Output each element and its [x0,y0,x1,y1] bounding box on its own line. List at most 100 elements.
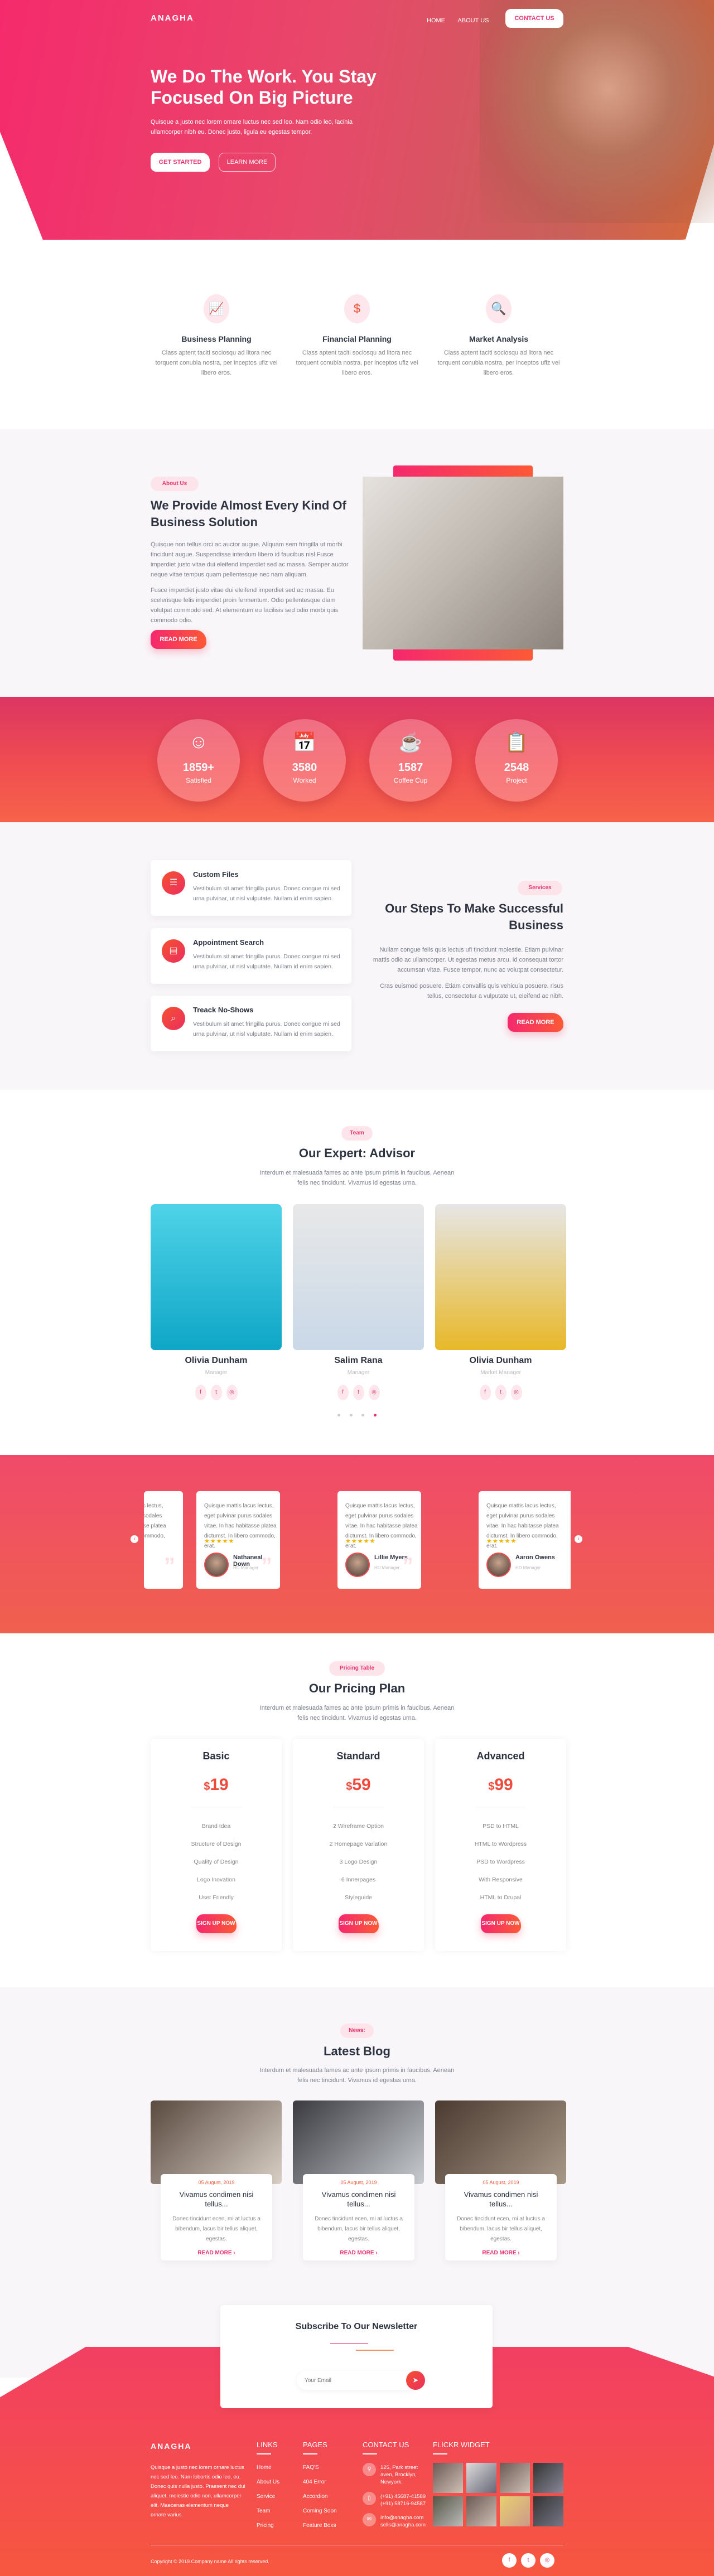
flickr-thumb[interactable] [433,2496,463,2526]
flickr-thumb[interactable] [500,2496,530,2526]
twitter-icon[interactable]: t [353,1385,364,1400]
contact-us-button[interactable]: CONTACT US [505,9,563,28]
footer-link[interactable]: 404 Error [303,2475,337,2490]
carousel-dot-active[interactable] [373,1414,377,1416]
testimonial-card: Quisque mattis lacus lectus, eget pulvin… [479,1491,571,1589]
learn-more-button[interactable]: LEARN MORE [219,153,276,172]
post-title[interactable]: Vivamus condimen nisi tellus... [453,2190,549,2209]
flickr-thumb[interactable] [433,2463,463,2493]
post-date: 05 August, 2019 [340,2180,377,2185]
post-excerpt: Donec tincidunt ecen, mi at luctus a bib… [172,2216,260,2242]
plan-feature: PSD to Wordpress [476,1859,525,1865]
stat-value: 1587 [398,761,423,774]
email[interactable]: info@anagha.com [380,2514,426,2521]
github-icon[interactable]: ◎ [510,1385,522,1400]
rating-stars: ★★★★★ [486,1538,517,1545]
checklist-icon: 📋 [504,732,529,753]
search-dollar-icon: 🔍 [486,294,512,323]
post-date: 05 August, 2019 [483,2180,519,2185]
twitter-icon[interactable]: t [521,2553,536,2568]
sign-up-button[interactable]: SIGN UP NOW [196,1914,237,1933]
github-icon[interactable]: ◎ [368,1385,380,1400]
sign-up-button[interactable]: SIGN UP NOW [480,1914,521,1933]
carousel-next-button[interactable]: › [575,1535,582,1543]
stat-label: Coffee Cup [393,777,428,784]
facebook-icon[interactable]: f [337,1385,349,1400]
blog-card: 05 August, 2019 Vivamus condimen nisi tel… [445,2174,557,2260]
flickr-thumb[interactable] [466,2496,496,2526]
plan-feature: 2 Homepage Variation [329,1841,388,1847]
nav-about[interactable]: ABOUT US [457,17,489,24]
feature-market-analysis: 🔍 Market Analysis Class aptent taciti soci… [437,294,560,378]
footer-link[interactable]: Pricing [257,2519,279,2533]
email[interactable]: sells@anagha.com [380,2521,426,2529]
feature-title: Business Planning [181,334,252,343]
about-title: We Provide Almost Every Kind Of Business… [151,498,346,529]
post-excerpt: Donec tincidunt ecen, mi at luctus a bib… [315,2216,403,2242]
plan-feature: 2 Wireframe Option [332,1823,384,1830]
services-title: Our Steps To Make Successful Business [385,901,563,932]
twitter-icon[interactable]: t [210,1385,222,1400]
feature-text: Class aptent taciti sociosqu ad litora n… [296,350,418,376]
twitter-icon[interactable]: t [495,1385,506,1400]
post-title[interactable]: Vivamus condimen nisi tellus... [168,2190,264,2209]
flickr-thumb[interactable] [533,2463,563,2493]
email-input[interactable] [297,2371,419,2390]
carousel-dot[interactable] [337,1414,340,1416]
plan-feature: With Responsive [479,1876,523,1883]
facebook-icon[interactable]: f [502,2553,517,2568]
smile-icon: ☺ [189,731,209,753]
carousel-prev-button[interactable]: ‹ [131,1535,138,1543]
facebook-icon[interactable]: f [195,1385,206,1400]
read-more-link[interactable]: READ MORE › [303,2250,414,2256]
quote-icon: ” [261,1554,272,1578]
flickr-grid [433,2463,567,2526]
sign-up-button[interactable]: SIGN UP NOW [338,1914,379,1933]
github-icon[interactable]: ◎ [540,2553,554,2568]
post-title[interactable]: Vivamus condimen nisi tellus... [311,2190,407,2209]
send-icon[interactable]: ➤ [406,2371,425,2390]
footer-link[interactable]: Feature Boxs [303,2519,337,2533]
price-value: 59 [352,1775,371,1794]
links-heading: LINKS [257,2441,278,2454]
services-read-more-button[interactable]: READ MORE [508,1013,563,1032]
read-more-link[interactable]: READ MORE › [161,2250,272,2256]
plan-feature: 3 Logo Design [339,1859,378,1865]
pricing-card-basic: Basic $19 Brand Idea Structure of Design Qua… [151,1739,282,1951]
footer-link[interactable]: Team [257,2504,279,2519]
facebook-icon[interactable]: f [479,1385,491,1400]
flickr-thumb[interactable] [466,2463,496,2493]
footer-link[interactable]: Coming Soon [303,2504,337,2519]
nav: HOME ABOUT US [427,15,489,25]
team-carousel-dots [337,1414,377,1416]
carousel-dot[interactable] [361,1414,365,1416]
service-text: Vestibulum sit amet fringilla purus. Don… [193,1021,340,1037]
github-icon[interactable]: ◎ [226,1385,238,1400]
footer-links: Home About Us Service Team Pricing [257,2461,279,2533]
read-more-link[interactable]: READ MORE › [445,2250,557,2256]
stat-value: 2548 [504,761,529,774]
testimonial-role: HD Manager [374,1565,400,1570]
get-started-button[interactable]: GET STARTED [151,153,210,172]
footer-link[interactable]: Home [257,2461,279,2475]
flickr-thumb[interactable] [500,2463,530,2493]
service-title: Custom Files [193,870,239,879]
carousel-dot[interactable] [349,1414,353,1416]
services-pill: Services [518,881,562,895]
currency: $ [204,1781,210,1793]
pricing-text: Interdum et malesuada fames ac ante ipsu… [259,1705,455,1721]
logo[interactable]: ANAGHA [151,13,194,23]
member-social: f t ◎ [151,1385,282,1400]
quote-icon: ” [402,1554,413,1578]
footer-link[interactable]: About Us [257,2475,279,2490]
about-read-more-button[interactable]: READ MORE [151,630,206,649]
stat-value: 3580 [292,761,317,774]
avatar [345,1553,370,1577]
about-pill: About Us [151,477,199,491]
testimonial-card: Quisque mattis lacus lectus, eget pulvin… [144,1491,183,1589]
footer-link[interactable]: Accordion [303,2490,337,2504]
footer-link[interactable]: Service [257,2490,279,2504]
footer-link[interactable]: FAQ'S [303,2461,337,2475]
nav-home[interactable]: HOME [427,17,445,24]
flickr-thumb[interactable] [533,2496,563,2526]
